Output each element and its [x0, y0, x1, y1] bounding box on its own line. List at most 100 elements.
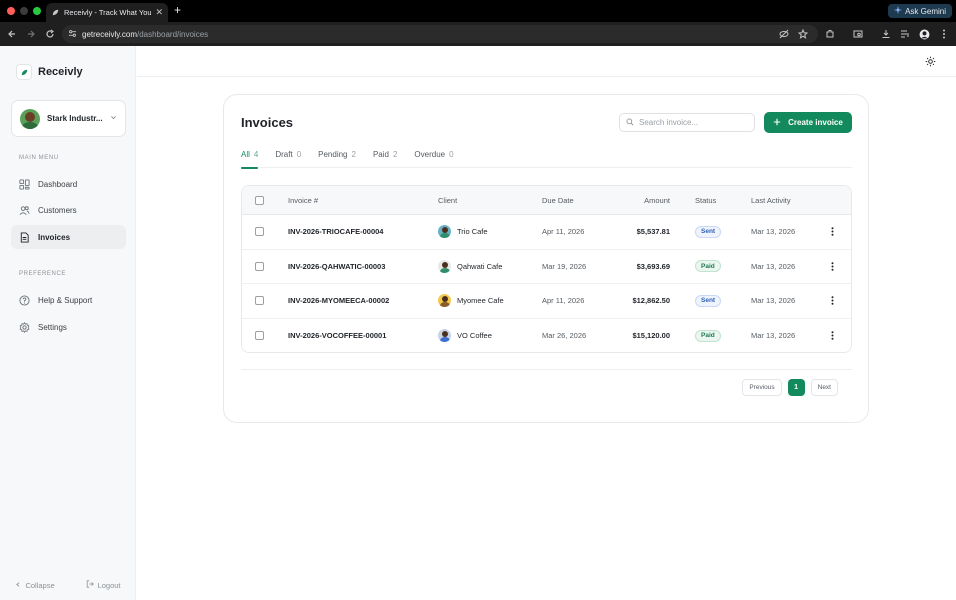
row-actions-kebab-icon[interactable] [831, 250, 834, 284]
search-box[interactable] [619, 113, 755, 132]
create-invoice-button[interactable]: Create invoice [764, 112, 852, 133]
row-actions-kebab-icon[interactable] [831, 284, 834, 318]
table-row[interactable]: INV-2026-MYOMEECA-00002 Myomee Cafe Apr 11… [242, 284, 851, 319]
invoice-number[interactable]: INV-2026-TRIOCAFE-00004 [288, 215, 383, 249]
select-all-checkbox[interactable] [255, 186, 264, 214]
sidebar-item-label: Dashboard [38, 179, 78, 189]
preference-label: PREFERENCE [19, 271, 67, 277]
table-row[interactable]: INV-2026-TRIOCAFE-00004 Trio Cafe Apr 11, … [242, 215, 851, 250]
sidebar-item-invoices[interactable]: Invoices [11, 225, 126, 249]
download-icon[interactable] [879, 27, 893, 41]
column-header-client[interactable]: Client [438, 186, 457, 214]
collapse-label: Collapse [25, 580, 55, 590]
new-tab-button[interactable]: + [174, 3, 181, 18]
sidebar-item-customers[interactable]: Customers [11, 198, 126, 222]
browser-toolbar: getreceivly.com/dashboard/invoices [0, 22, 956, 46]
column-header-amount[interactable]: Amount [644, 186, 670, 214]
forward-arrow-icon[interactable] [24, 27, 38, 41]
client-cell: VO Coffee [438, 319, 492, 353]
row-checkbox[interactable] [255, 319, 264, 353]
page-number-button[interactable]: 1 [787, 379, 805, 396]
tab-draft[interactable]: Draft 0 [275, 146, 301, 168]
chevron-down-icon [110, 114, 117, 123]
row-checkbox[interactable] [255, 284, 264, 318]
sidebar-item-dashboard[interactable]: Dashboard [11, 172, 126, 196]
maximize-window-button[interactable] [33, 7, 41, 15]
client-avatar [438, 259, 451, 273]
browser-tab[interactable]: Receivly - Track What You're Owed ✕ [46, 3, 168, 22]
status-badge: Paid [695, 329, 721, 342]
client-avatar [438, 225, 451, 239]
client-name: Myomee Cafe [457, 296, 504, 306]
table-header: Invoice # Client Due Date Amount Status … [242, 186, 851, 215]
next-page-button[interactable]: Next [810, 379, 838, 396]
client-cell: Qahwati Cafe [438, 250, 502, 284]
divider [241, 369, 852, 370]
address-bar[interactable]: getreceivly.com/dashboard/invoices [62, 25, 818, 43]
gear-icon [19, 321, 30, 333]
collapse-button[interactable]: Collapse [15, 580, 55, 590]
invoice-number[interactable]: INV-2026-VOCOFFEE-00001 [288, 319, 386, 353]
invoice-number[interactable]: INV-2026-MYOMEECA-00002 [288, 284, 389, 318]
reload-icon[interactable] [43, 27, 57, 41]
sidebar-item-help-support[interactable]: Help & Support [11, 288, 126, 312]
eye-off-icon[interactable] [777, 27, 791, 41]
amount: $3,693.69 [636, 261, 670, 271]
tab-label: Paid [372, 150, 389, 159]
tab-search-icon[interactable] [851, 27, 865, 41]
table-row[interactable]: INV-2026-VOCOFFEE-00001 VO Coffee Mar 26, … [242, 318, 851, 353]
status-badge: Sent [695, 225, 722, 238]
amount: $15,120.00 [632, 331, 670, 341]
organization-name: Stark Industr... [47, 114, 103, 123]
column-header-status[interactable]: Status [695, 186, 716, 214]
bookmark-star-icon[interactable] [796, 27, 810, 41]
sidebar-item-label: Customers [38, 205, 77, 215]
url-host: getreceivly.com [82, 29, 137, 39]
sidebar-footer: Collapse Logout [0, 580, 136, 590]
logout-button[interactable]: Logout [86, 580, 121, 590]
ask-gemini-button[interactable]: Ask Gemini [888, 4, 952, 18]
sidebar-item-settings[interactable]: Settings [11, 315, 126, 339]
table-row[interactable]: INV-2026-QAHWATIC-00003 Qahwati Cafe Mar 1… [242, 249, 851, 284]
chevron-left-icon [15, 581, 21, 590]
tab-count: 0 [449, 150, 454, 159]
row-checkbox[interactable] [255, 215, 264, 249]
extensions-icon[interactable] [823, 27, 837, 41]
column-header-last-activity[interactable]: Last Activity [751, 186, 791, 214]
last-activity: Mar 13, 2026 [751, 296, 796, 306]
url-path: /dashboard/invoices [136, 29, 209, 39]
media-controls-icon[interactable] [898, 27, 912, 41]
more-menu-icon[interactable] [937, 27, 951, 41]
tab-all[interactable]: All 4 [241, 146, 259, 169]
sun-icon[interactable] [924, 55, 936, 67]
status-filter-tabs: All 4 Draft 0 Pending 2 Paid 2 Overdue 0 [241, 146, 852, 169]
search-input[interactable] [639, 118, 749, 127]
previous-page-button[interactable]: Previous [742, 379, 782, 396]
tab-pending[interactable]: Pending 2 [318, 146, 356, 168]
brand[interactable]: Receivly [16, 64, 83, 80]
site-info-icon[interactable] [68, 29, 77, 40]
row-actions-kebab-icon[interactable] [831, 215, 834, 249]
tab-count: 0 [296, 150, 302, 159]
client-cell: Trio Cafe [438, 215, 488, 249]
invoice-number[interactable]: INV-2026-QAHWATIC-00003 [288, 250, 385, 284]
tab-paid[interactable]: Paid 2 [373, 146, 397, 168]
column-header-due-date[interactable]: Due Date [542, 186, 574, 214]
plus-icon [773, 118, 781, 128]
close-tab-icon[interactable]: ✕ [155, 7, 163, 18]
search-icon [626, 118, 634, 128]
last-activity: Mar 13, 2026 [751, 261, 796, 271]
organization-switcher[interactable]: Stark Industr... [11, 100, 126, 137]
tab-label: Draft [275, 150, 293, 159]
tab-label: Pending [318, 150, 348, 159]
back-arrow-icon[interactable] [5, 27, 19, 41]
minimize-window-button[interactable] [20, 7, 28, 15]
profile-avatar-icon[interactable] [917, 27, 931, 41]
tab-overdue[interactable]: Overdue 0 [414, 146, 453, 168]
row-actions-kebab-icon[interactable] [831, 319, 834, 353]
due-date: Apr 11, 2026 [542, 296, 585, 306]
row-checkbox[interactable] [255, 250, 264, 284]
column-header-invoice[interactable]: Invoice # [288, 186, 318, 214]
leaf-logo-icon [16, 64, 32, 80]
close-window-button[interactable] [7, 7, 15, 15]
